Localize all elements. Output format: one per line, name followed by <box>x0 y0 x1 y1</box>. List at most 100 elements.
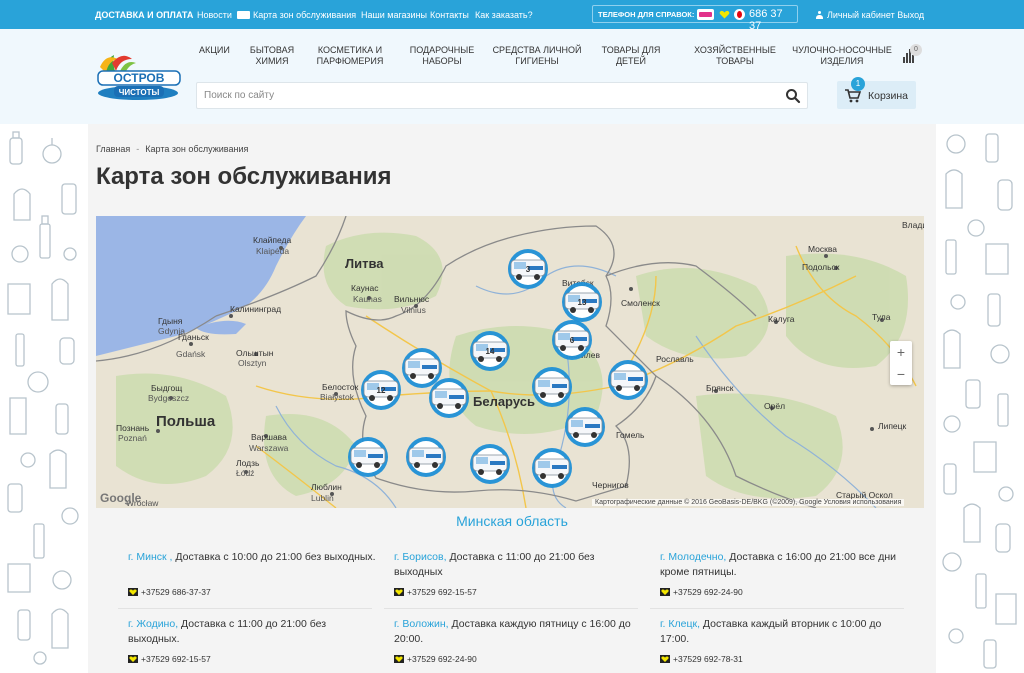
marker-label: 3 <box>526 265 531 274</box>
svg-text:Чернигов: Чернигов <box>592 480 629 490</box>
delivery-zone-marker[interactable] <box>565 407 605 447</box>
divider <box>384 608 638 609</box>
svg-text:Лодзь: Лодзь <box>236 458 260 468</box>
cart-label: Корзина <box>868 90 908 102</box>
city-link[interactable]: г. Минск , <box>128 551 172 563</box>
svg-text:Калуга: Калуга <box>768 314 795 324</box>
svg-text:Gdańsk: Gdańsk <box>176 349 206 359</box>
service-zones-map[interactable]: Литва Беларусь Польша Клайпеда Klaipėda К… <box>96 216 924 508</box>
delivery-card-volozhin: г. Воложин, Доставка каждую пятницу с 16… <box>394 617 644 664</box>
delivery-link[interactable]: ДОСТАВКА И ОПЛАТА <box>95 10 193 20</box>
nav-gift-sets[interactable]: ПОДАРОЧНЫЕ НАБОРЫ <box>407 45 477 67</box>
delivery-zone-marker[interactable] <box>348 437 388 477</box>
svg-text:Быдгощ: Быдгощ <box>151 383 182 393</box>
howto-link[interactable]: Как заказать? <box>475 10 533 20</box>
nav-cosmetics[interactable]: КОСМЕТИКА И ПАРФЮМЕРИЯ <box>313 45 387 67</box>
svg-text:Тула: Тула <box>872 312 891 322</box>
svg-text:Gdynia: Gdynia <box>158 326 185 336</box>
map-label-belarus: Беларусь <box>473 394 535 409</box>
delivery-zone-marker[interactable]: 13 <box>562 282 602 322</box>
search-button[interactable] <box>783 86 803 106</box>
city-link[interactable]: г. Клецк, <box>660 618 700 630</box>
nav-hygiene[interactable]: СРЕДСТВА ЛИЧНОЙ ГИГИЕНЫ <box>492 45 582 67</box>
svg-text:Смоленск: Смоленск <box>621 298 660 308</box>
delivery-zone-marker[interactable] <box>402 348 442 388</box>
delivery-zone-marker[interactable] <box>532 448 572 488</box>
zoom-out-button[interactable]: − <box>890 363 912 385</box>
page-title: Карта зон обслуживания <box>96 163 392 190</box>
marker-label: 14 <box>486 347 495 356</box>
svg-text:Вильнюс: Вильнюс <box>394 294 430 304</box>
svg-text:Клайпеда: Клайпеда <box>253 235 291 245</box>
zones-link-wrap[interactable]: Карта зон обслуживания <box>237 10 356 20</box>
truck-icon <box>237 11 250 19</box>
city-link[interactable]: г. Молодечно, <box>660 551 726 563</box>
svg-text:Люблин: Люблин <box>311 482 342 492</box>
nav-household-chemicals[interactable]: БЫТОВАЯ ХИМИЯ <box>248 45 296 67</box>
cart-icon <box>845 89 862 106</box>
city-link[interactable]: г. Жодино, <box>128 618 178 630</box>
nav-household-goods[interactable]: ХОЗЯЙСТВЕННЫЕ ТОВАРЫ <box>694 45 776 67</box>
life-operator-icon <box>697 9 714 20</box>
svg-text:Познань: Познань <box>116 423 150 433</box>
delivery-zone-marker[interactable]: 12 <box>361 370 401 410</box>
shops-link[interactable]: Наши магазины <box>361 10 427 20</box>
header: ОСТРОВ ЧИСТОТЫ АКЦИИ БЫТОВАЯ ХИМИЯ КОСМЕ… <box>0 29 1024 124</box>
news-link[interactable]: Новости <box>197 10 232 20</box>
velcom-icon <box>660 653 670 663</box>
site-logo[interactable]: ОСТРОВ ЧИСТОТЫ <box>92 49 184 101</box>
nav-kids[interactable]: ТОВАРЫ ДЛЯ ДЕТЕЙ <box>601 45 661 67</box>
svg-text:Рославль: Рославль <box>656 354 694 364</box>
cart-button[interactable]: 1 Корзина <box>837 77 916 109</box>
city-link[interactable]: г. Борисов, <box>394 551 447 563</box>
delivery-phone[interactable]: +37529 692-24-90 <box>660 585 743 600</box>
main-content: Главная - Карта зон обслуживания Карта зон… <box>88 124 936 673</box>
delivery-phone[interactable]: +37529 692-24-90 <box>394 652 477 667</box>
nav-hosiery[interactable]: ЧУЛОЧНО-НОСОЧНЫЕ ИЗДЕЛИЯ <box>791 45 893 67</box>
delivery-zone-marker[interactable] <box>532 367 572 407</box>
delivery-text: Доставка с 10:00 до 21:00 без выходных. <box>172 551 376 563</box>
svg-text:Klaipėda: Klaipėda <box>256 246 289 256</box>
delivery-zone-marker[interactable] <box>608 360 648 400</box>
delivery-zone-marker[interactable] <box>470 444 510 484</box>
delivery-phone[interactable]: +37529 692-15-57 <box>394 585 477 600</box>
svg-text:Białystok: Białystok <box>320 392 355 402</box>
svg-text:Варшава: Варшава <box>251 432 287 442</box>
search-input[interactable] <box>197 83 777 108</box>
svg-text:Kaunas: Kaunas <box>353 294 382 304</box>
google-logo[interactable]: Google <box>100 491 141 505</box>
delivery-zone-marker[interactable] <box>406 437 446 477</box>
zoom-in-button[interactable]: + <box>890 341 912 363</box>
logout-link[interactable]: Выход <box>897 10 924 20</box>
search-box <box>196 82 808 109</box>
map-zoom-control: + − <box>890 341 912 385</box>
decor-pattern-right <box>936 124 1024 673</box>
cabinet-link[interactable]: Личный кабинет <box>827 10 895 20</box>
city-link[interactable]: г. Воложин, <box>394 618 449 630</box>
delivery-zone-marker[interactable]: 6 <box>552 320 592 360</box>
zones-link[interactable]: Карта зон обслуживания <box>253 10 356 20</box>
delivery-phone[interactable]: +37529 686-37-37 <box>128 585 211 600</box>
svg-text:Белосток: Белосток <box>322 382 359 392</box>
map-label-poland: Польша <box>156 413 216 430</box>
delivery-phone[interactable]: +37529 692-15-57 <box>128 652 211 667</box>
nav-promo[interactable]: АКЦИИ <box>199 45 230 56</box>
delivery-card-borisov: г. Борисов, Доставка с 11:00 до 21:00 бе… <box>394 550 644 597</box>
breadcrumb-home[interactable]: Главная <box>96 144 130 154</box>
delivery-zone-marker[interactable]: 14 <box>470 331 510 371</box>
svg-text:Липецк: Липецк <box>878 421 907 431</box>
velcom-icon <box>394 586 404 596</box>
phone-label: ТЕЛЕФОН ДЛЯ СПРАВОК: <box>598 10 695 19</box>
map-attribution[interactable]: Картографические данные © 2016 GeoBasis-… <box>592 499 905 506</box>
svg-text:Bydgoszcz: Bydgoszcz <box>148 393 189 403</box>
cart-count-badge: 1 <box>851 77 865 91</box>
delivery-zone-marker[interactable] <box>429 378 469 418</box>
svg-text:Гдыня: Гдыня <box>158 316 183 326</box>
decor-pattern-left <box>0 124 88 673</box>
svg-text:Брянск: Брянск <box>706 383 734 393</box>
delivery-zone-marker[interactable]: 3 <box>508 249 548 289</box>
marker-label: 6 <box>570 336 575 345</box>
svg-text:Poznań: Poznań <box>118 433 147 443</box>
delivery-phone[interactable]: +37529 692-78-31 <box>660 652 743 667</box>
contacts-link[interactable]: Контакты <box>430 10 469 20</box>
